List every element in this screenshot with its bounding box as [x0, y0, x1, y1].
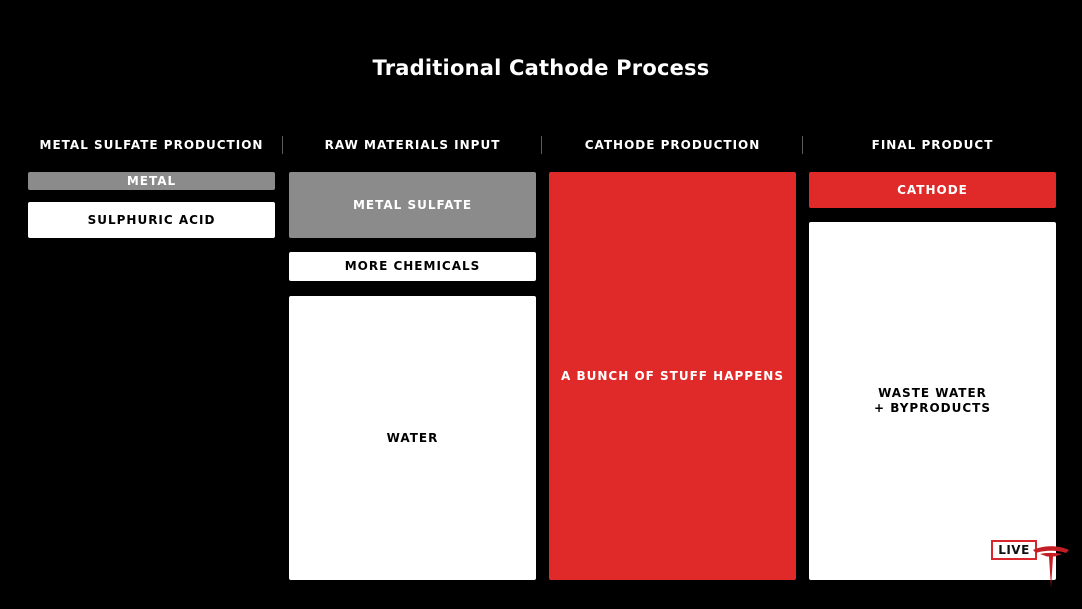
column-header-metal-sulfate-production: METAL SULFATE PRODUCTION — [39, 138, 264, 152]
column-header-raw-materials-input: RAW MATERIALS INPUT — [324, 138, 501, 152]
metal-box: METAL — [28, 172, 275, 190]
sulphuric-acid-box: SULPHURIC ACID — [28, 202, 275, 238]
column-divider — [282, 136, 283, 154]
column-divider — [802, 136, 803, 154]
water-box: WATER — [289, 296, 536, 580]
more-chemicals-box: MORE CHEMICALS — [289, 252, 536, 281]
tesla-logo-icon — [1031, 544, 1071, 594]
column-header-cathode-production: CATHODE PRODUCTION — [584, 138, 761, 152]
column-header-final-product: FINAL PRODUCT — [871, 138, 994, 152]
cathode-box: CATHODE — [809, 172, 1056, 208]
column-divider — [541, 136, 542, 154]
waste-water-byproducts-box: WASTE WATER + BYPRODUCTS — [809, 222, 1056, 580]
metal-sulfate-box: METAL SULFATE — [289, 172, 536, 238]
a-bunch-of-stuff-happens-box: A BUNCH OF STUFF HAPPENS — [549, 172, 796, 580]
page-title: Traditional Cathode Process — [372, 56, 710, 80]
